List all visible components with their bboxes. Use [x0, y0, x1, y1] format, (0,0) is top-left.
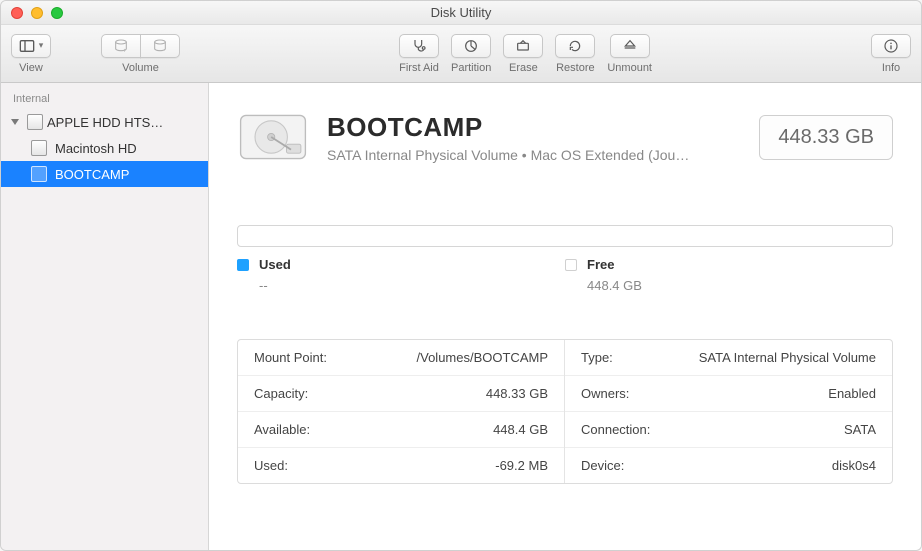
svg-text:−: −: [161, 47, 165, 53]
first-aid-label: First Aid: [399, 62, 439, 74]
info-key: Available:: [254, 422, 310, 437]
hard-drive-large-icon: [237, 107, 309, 167]
sidebar-item-bootcamp[interactable]: BOOTCAMP: [1, 161, 208, 187]
info-row: Mount Point: /Volumes/BOOTCAMP: [238, 340, 564, 376]
info-button[interactable]: [871, 34, 911, 58]
info-icon: [883, 38, 899, 54]
unmount-label: Unmount: [607, 62, 652, 74]
erase-label: Erase: [509, 62, 538, 74]
volume-size-badge: 448.33 GB: [759, 115, 893, 160]
volume-remove-button[interactable]: −: [140, 34, 180, 58]
sidebar-layout-icon: [19, 38, 35, 54]
sidebar-section-internal: Internal: [1, 89, 208, 109]
info-col-right: Type: SATA Internal Physical Volume Owner…: [565, 340, 892, 483]
volume-remove-icon: −: [152, 38, 168, 54]
volume-label: Volume: [122, 62, 159, 74]
info-group: Info: [871, 34, 911, 74]
info-key: Owners:: [581, 386, 629, 401]
unmount-button[interactable]: [610, 34, 650, 58]
legend-free: Free 448.4 GB: [565, 257, 893, 293]
volume-icon: [31, 166, 47, 182]
info-key: Device:: [581, 458, 624, 473]
sidebar-item-label: APPLE HDD HTS…: [47, 115, 163, 130]
restore-label: Restore: [556, 62, 595, 74]
info-val: 448.33 GB: [486, 386, 548, 401]
stethoscope-icon: [411, 38, 427, 54]
chevron-down-icon: ▾: [39, 40, 44, 51]
info-row: Used: -69.2 MB: [238, 448, 564, 483]
volume-subtitle: SATA Internal Physical Volume • Mac OS E…: [327, 147, 741, 163]
info-val: SATA: [844, 422, 876, 437]
volume-add-icon: +: [113, 38, 129, 54]
info-label: Info: [882, 62, 900, 74]
zoom-icon[interactable]: [51, 7, 63, 19]
sidebar: Internal APPLE HDD HTS… Macintosh HD BOO…: [1, 83, 209, 550]
svg-text:+: +: [122, 47, 126, 53]
legend-free-value: 448.4 GB: [587, 278, 642, 293]
info-val: disk0s4: [832, 458, 876, 473]
toolbar-center: First Aid Partition Erase Restore: [399, 34, 652, 74]
restore-icon: [567, 38, 583, 54]
info-row: Connection: SATA: [565, 412, 892, 448]
info-val: Enabled: [828, 386, 876, 401]
info-key: Capacity:: [254, 386, 308, 401]
volume-header: BOOTCAMP SATA Internal Physical Volume •…: [237, 107, 893, 167]
legend-used: Used --: [237, 257, 565, 293]
erase-icon: [515, 38, 531, 54]
main-panel: BOOTCAMP SATA Internal Physical Volume •…: [209, 83, 921, 550]
usage-legend: Used -- Free 448.4 GB: [237, 257, 893, 293]
disclosure-triangle-icon[interactable]: [11, 119, 19, 125]
free-swatch-icon: [565, 259, 577, 271]
first-aid-button[interactable]: [399, 34, 439, 58]
info-row: Available: 448.4 GB: [238, 412, 564, 448]
info-val: /Volumes/BOOTCAMP: [417, 350, 548, 365]
titlebar: Disk Utility: [1, 1, 921, 25]
legend-used-value: --: [259, 278, 291, 293]
info-table: Mount Point: /Volumes/BOOTCAMP Capacity: 4…: [237, 339, 893, 484]
info-row: Device: disk0s4: [565, 448, 892, 483]
info-row: Capacity: 448.33 GB: [238, 376, 564, 412]
info-key: Type:: [581, 350, 613, 365]
usage-bar: [237, 225, 893, 247]
content: Internal APPLE HDD HTS… Macintosh HD BOO…: [1, 83, 921, 550]
sidebar-item-drive[interactable]: APPLE HDD HTS…: [1, 109, 208, 135]
erase-button[interactable]: [503, 34, 543, 58]
volume-add-button[interactable]: +: [101, 34, 141, 58]
info-row: Owners: Enabled: [565, 376, 892, 412]
volume-group: + − Volume: [101, 34, 180, 74]
volume-icon: [31, 140, 47, 156]
eject-icon: [622, 38, 638, 54]
volume-seg: + −: [101, 34, 180, 58]
info-val: 448.4 GB: [493, 422, 548, 437]
partition-button[interactable]: [451, 34, 491, 58]
legend-free-label: Free: [587, 257, 642, 272]
info-key: Used:: [254, 458, 288, 473]
view-group: ▾ View: [11, 34, 51, 74]
partition-label: Partition: [451, 62, 491, 74]
minimize-icon[interactable]: [31, 7, 43, 19]
info-key: Mount Point:: [254, 350, 327, 365]
hard-drive-icon: [27, 114, 43, 130]
window-title: Disk Utility: [1, 5, 921, 20]
sidebar-item-label: BOOTCAMP: [55, 167, 129, 182]
used-swatch-icon: [237, 259, 249, 271]
legend-used-label: Used: [259, 257, 291, 272]
info-key: Connection:: [581, 422, 650, 437]
info-val: -69.2 MB: [495, 458, 548, 473]
sidebar-item-macintosh-hd[interactable]: Macintosh HD: [1, 135, 208, 161]
info-val: SATA Internal Physical Volume: [699, 350, 876, 365]
view-label: View: [19, 62, 43, 74]
volume-title: BOOTCAMP: [327, 112, 741, 143]
restore-button[interactable]: [555, 34, 595, 58]
info-col-left: Mount Point: /Volumes/BOOTCAMP Capacity: 4…: [238, 340, 565, 483]
view-button[interactable]: ▾: [11, 34, 51, 58]
sidebar-item-label: Macintosh HD: [55, 141, 137, 156]
close-icon[interactable]: [11, 7, 23, 19]
pie-icon: [463, 38, 479, 54]
window: Disk Utility ▾ View + − Volume: [0, 0, 922, 551]
traffic-lights: [1, 7, 63, 19]
info-row: Type: SATA Internal Physical Volume: [565, 340, 892, 376]
toolbar: ▾ View + − Volume First Aid: [1, 25, 921, 83]
